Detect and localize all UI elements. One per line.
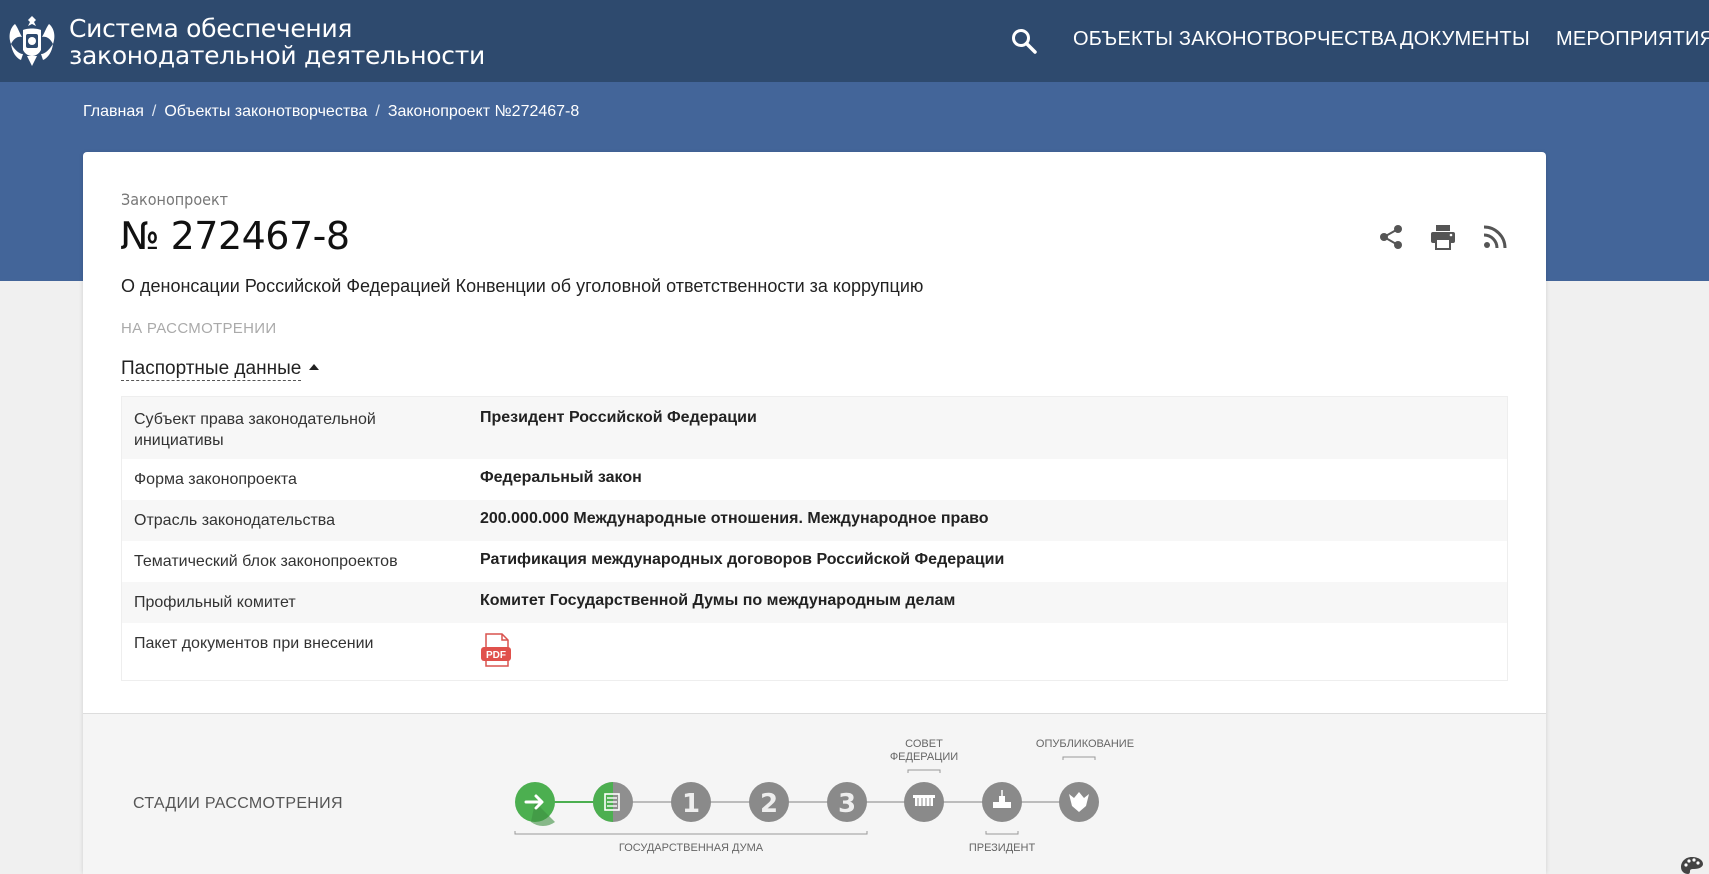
bill-card: Законопроект № 272467-8 О денонсации Рос… bbox=[83, 152, 1546, 874]
row-value: Федеральный закон bbox=[480, 469, 642, 486]
row-key: Субъект права законодательной инициативы bbox=[134, 411, 376, 449]
russian-coat-of-arms-icon[interactable] bbox=[5, 10, 59, 70]
bill-kind: Законопроект bbox=[121, 190, 229, 209]
nav-events[interactable]: МЕРОПРИЯТИЯ bbox=[1556, 28, 1709, 51]
label-publication: ОПУБЛИКОВАНИЕ bbox=[1036, 738, 1134, 750]
row-key: Профильный комитет bbox=[134, 594, 296, 611]
stages-timeline: 1 2 3 СОВЕТ ФЕДЕРАЦИИ ОПУБЛИКОВАНИЕ ГОСУ… bbox=[514, 738, 1134, 854]
pdf-label: PDF bbox=[486, 650, 506, 661]
top-header: Система обеспечения законодательной деят… bbox=[0, 0, 1709, 82]
stage-reading-2[interactable]: 2 bbox=[749, 782, 789, 822]
label-federation-council-2: ФЕДЕРАЦИИ bbox=[890, 751, 958, 763]
passport-data-toggle[interactable]: Паспортные данные bbox=[121, 358, 320, 381]
share-icon[interactable] bbox=[1376, 222, 1406, 252]
row-key: Тематический блок законопроектов bbox=[134, 553, 398, 570]
bill-number: № 272467-8 bbox=[120, 214, 350, 258]
table-row: Форма законопроекта Федеральный закон bbox=[122, 459, 1507, 500]
passport-table: Субъект права законодательной инициативы… bbox=[121, 396, 1508, 681]
row-value: 200.000.000 Международные отношения. Меж… bbox=[480, 510, 989, 527]
svg-text:2: 2 bbox=[760, 789, 778, 819]
stage-preliminary[interactable] bbox=[593, 782, 633, 822]
breadcrumb-current-bill[interactable]: Законопроект №272467-8 bbox=[388, 103, 579, 120]
pdf-file-icon[interactable]: PDF bbox=[480, 633, 512, 667]
site-title-line1: Система обеспечения bbox=[69, 14, 353, 43]
row-value: Комитет Государственной Думы по междунар… bbox=[480, 592, 956, 609]
rss-icon[interactable] bbox=[1480, 222, 1510, 252]
breadcrumb-lawmaking-objects[interactable]: Объекты законотворчества bbox=[164, 103, 367, 120]
table-row: Тематический блок законопроектов Ратифик… bbox=[122, 541, 1507, 582]
caret-up-icon bbox=[309, 363, 320, 370]
bill-actions bbox=[1376, 222, 1510, 252]
nav-documents[interactable]: ДОКУМЕНТЫ bbox=[1400, 28, 1530, 51]
nav-lawmaking-objects[interactable]: ОБЪЕКТЫ ЗАКОНОТВОРЧЕСТВА bbox=[1073, 28, 1397, 51]
stage-federation-council[interactable] bbox=[904, 782, 944, 822]
site-title-line2: законодательной деятельности bbox=[69, 41, 485, 70]
label-federation-council-1: СОВЕТ bbox=[905, 738, 943, 750]
bill-status: НА РАССМОТРЕНИИ bbox=[121, 320, 277, 337]
stage-reading-1[interactable]: 1 bbox=[671, 782, 711, 822]
table-row: Субъект права законодательной инициативы… bbox=[122, 397, 1507, 459]
print-icon[interactable] bbox=[1428, 222, 1458, 252]
passport-data-label: Паспортные данные bbox=[121, 358, 302, 381]
site-title[interactable]: Система обеспечения законодательной деят… bbox=[69, 15, 485, 69]
breadcrumb: Главная / Объекты законотворчества / Законоп… bbox=[83, 103, 580, 120]
label-state-duma: ГОСУДАРСТВЕННАЯ ДУМА bbox=[619, 842, 764, 854]
breadcrumb-home[interactable]: Главная bbox=[83, 103, 144, 120]
palette-icon[interactable] bbox=[1680, 856, 1704, 874]
table-row: Профильный комитет Комитет Государственн… bbox=[122, 582, 1507, 623]
stage-submitted[interactable] bbox=[515, 782, 555, 826]
row-value: Президент Российской Федерации bbox=[480, 409, 757, 426]
row-value: Ратификация международных договоров Росс… bbox=[480, 551, 1005, 568]
search-icon[interactable] bbox=[1010, 27, 1038, 55]
review-stages: СТАДИИ РАССМОТРЕНИЯ 1 2 3 СОВЕТ ФЕДЕРАЦИ… bbox=[83, 713, 1546, 874]
bill-title: О денонсации Российской Федерацией Конве… bbox=[121, 276, 924, 296]
row-key: Пакет документов при внесении bbox=[134, 635, 374, 652]
row-key: Форма законопроекта bbox=[134, 471, 297, 488]
table-row: Отрасль законодательства 200.000.000 Меж… bbox=[122, 500, 1507, 541]
row-key: Отрасль законодательства bbox=[134, 512, 335, 529]
stage-reading-3[interactable]: 3 bbox=[827, 782, 867, 822]
stage-publication[interactable] bbox=[1059, 782, 1099, 822]
svg-text:3: 3 bbox=[838, 789, 856, 819]
label-president: ПРЕЗИДЕНТ bbox=[969, 842, 1036, 854]
svg-text:1: 1 bbox=[682, 789, 700, 819]
table-row: Пакет документов при внесении PDF bbox=[122, 623, 1507, 682]
stage-president[interactable] bbox=[982, 782, 1022, 822]
